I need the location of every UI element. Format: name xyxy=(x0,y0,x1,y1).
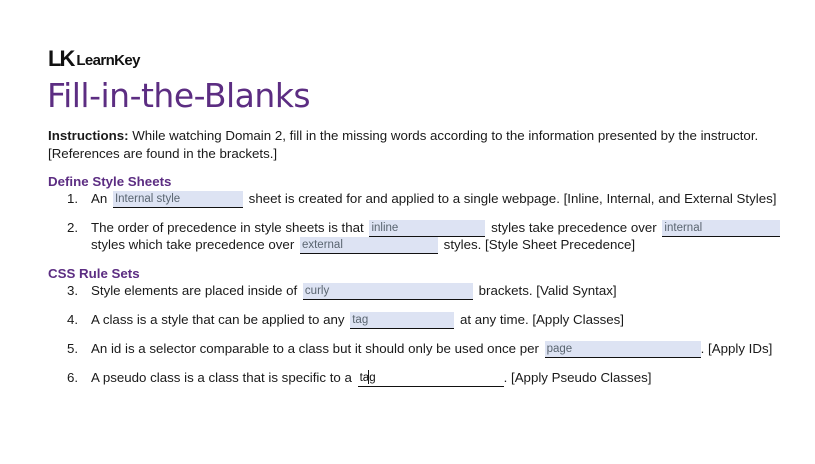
list-item-3: 3. Style elements are placed inside of br… xyxy=(67,282,617,300)
item-text-before: A class is a style that can be applied t… xyxy=(91,312,345,327)
item-text-after: brackets. [Valid Syntax] xyxy=(478,283,617,298)
list-item-5: 5. An id is a selector comparable to a cl… xyxy=(67,340,772,358)
section-heading-css-rule-sets: CSS Rule Sets xyxy=(48,266,140,281)
list-item-4: 4. A class is a style that can be applied… xyxy=(67,311,624,329)
instructions-label: Instructions: xyxy=(48,128,129,143)
section-heading-define-style-sheets: Define Style Sheets xyxy=(48,174,172,189)
item-text-line2-before: styles which take precedence over xyxy=(91,237,295,252)
item-text-middle: styles take precedence over xyxy=(491,220,657,235)
blank-input-2a[interactable] xyxy=(369,220,486,237)
item-text-after: sheet is created for and applied to a si… xyxy=(248,191,777,206)
blank-input-3[interactable] xyxy=(302,283,473,300)
instructions: Instructions: While watching Domain 2, f… xyxy=(48,127,788,163)
item-text-before: The order of precedence in style sheets … xyxy=(91,220,364,235)
page-title: Fill-in-the-Blanks xyxy=(47,76,311,115)
item-text-after: . [Apply IDs] xyxy=(700,341,773,356)
list-item-6: 6. A pseudo class is a class that is spec… xyxy=(67,369,651,387)
text-cursor xyxy=(368,370,369,384)
blank-input-6-focused[interactable] xyxy=(357,370,504,387)
item-text-line2-after: styles. [Style Sheet Precedence] xyxy=(443,237,636,252)
blank-input-1[interactable] xyxy=(112,191,243,208)
blank-input-2c[interactable] xyxy=(299,237,438,254)
item-text-before: Style elements are placed inside of xyxy=(91,283,298,298)
logo-mark: LK xyxy=(48,46,75,71)
list-item-2-line-2: styles which take precedence over styles… xyxy=(91,236,635,254)
blank-input-5[interactable] xyxy=(544,341,701,358)
list-item-1: 1. An sheet is created for and applied to… xyxy=(67,190,776,208)
item-text-before: A pseudo class is a class that is specif… xyxy=(91,370,352,385)
blank-input-4[interactable] xyxy=(350,312,455,329)
item-text-after: . [Apply Pseudo Classes] xyxy=(503,370,652,385)
item-text-after: at any time. [Apply Classes] xyxy=(459,312,624,327)
item-text-before: An xyxy=(91,191,108,206)
item-number: 6. xyxy=(67,370,79,385)
item-number: 1. xyxy=(67,191,79,206)
item-number: 3. xyxy=(67,283,79,298)
list-item-2: 2. The order of precedence in style sheet… xyxy=(67,219,782,237)
instructions-text: While watching Domain 2, fill in the mis… xyxy=(48,128,759,161)
learnkey-logo: LK LearnKey xyxy=(48,46,141,72)
blank-input-2b[interactable] xyxy=(662,220,781,237)
item-number: 2. xyxy=(67,220,79,235)
logo-name: LearnKey xyxy=(76,52,140,69)
item-text-before: An id is a selector comparable to a clas… xyxy=(91,341,539,356)
item-number: 4. xyxy=(67,312,79,327)
item-number: 5. xyxy=(67,341,79,356)
